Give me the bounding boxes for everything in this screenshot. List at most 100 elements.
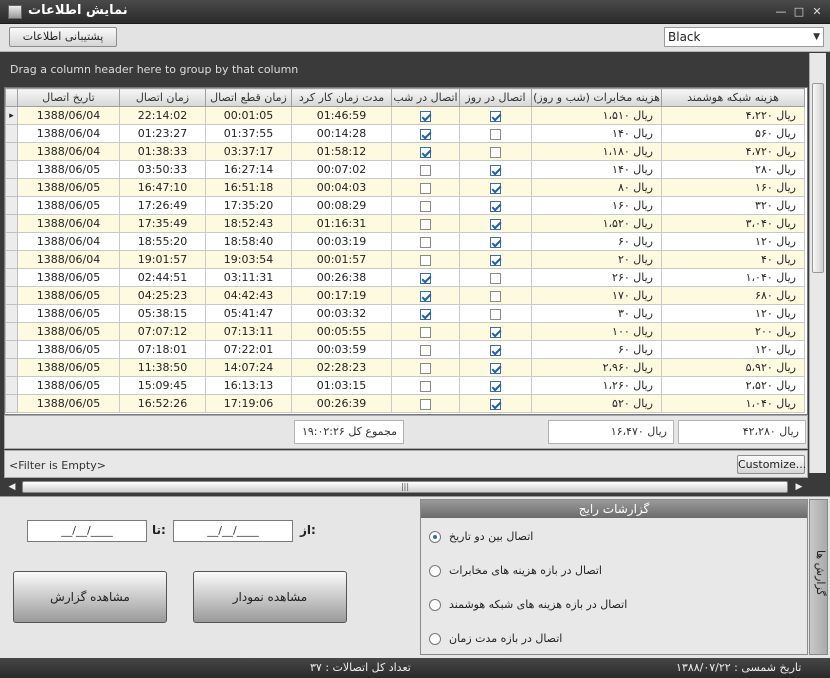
row-indicator[interactable] — [5, 394, 18, 413]
row-indicator[interactable] — [5, 178, 18, 197]
radio-icon[interactable] — [429, 633, 441, 645]
customize-button[interactable]: Customize... — [737, 455, 806, 474]
radio-selected-icon[interactable] — [429, 531, 441, 543]
report-option-between-dates[interactable]: اتصال بین دو تاریخ — [429, 530, 533, 543]
checkbox-checked-icon[interactable] — [490, 326, 501, 338]
row-indicator[interactable] — [5, 232, 18, 251]
row-indicator[interactable] — [5, 124, 18, 143]
row-indicator[interactable] — [5, 268, 18, 287]
table-row[interactable]: 1388/06/04 18:55:20 18:58:40 00:03:19 ریال ۶… — [5, 232, 805, 251]
checkbox-checked-icon[interactable] — [490, 218, 501, 230]
group-by-panel[interactable]: Drag a column header here to group by th… — [4, 53, 808, 86]
table-row[interactable]: 1388/06/04 19:01:57 19:03:54 00:01:57 ریال ۲… — [5, 250, 805, 269]
table-row[interactable]: 1388/06/05 17:26:49 17:35:20 00:08:29 ریال ۱… — [5, 196, 805, 215]
row-indicator[interactable] — [5, 376, 18, 395]
table-row[interactable]: 1388/06/05 15:09:45 16:13:13 01:03:15 ریال ۱… — [5, 376, 805, 395]
row-indicator[interactable] — [5, 358, 18, 377]
report-option-telecom-cost[interactable]: اتصال در بازه هزینه های مخابرات — [429, 564, 602, 577]
column-header-date[interactable]: تاریخ اتصال — [17, 88, 120, 107]
checkbox-checked-icon[interactable] — [490, 398, 501, 410]
checkbox-icon[interactable] — [490, 272, 501, 284]
checkbox-icon[interactable] — [420, 218, 431, 230]
checkbox-icon[interactable] — [420, 236, 431, 248]
checkbox-icon[interactable] — [490, 290, 501, 302]
checkbox-icon[interactable] — [420, 200, 431, 212]
radio-icon[interactable] — [429, 599, 441, 611]
checkbox-checked-icon[interactable] — [420, 146, 431, 158]
show-report-button[interactable]: مشاهده گزارش — [13, 571, 167, 623]
vertical-scrollbar[interactable] — [809, 53, 826, 473]
chevron-down-icon[interactable]: ▼ — [813, 28, 820, 46]
table-row[interactable]: 1388/06/05 03:50:33 16:27:14 00:07:02 ریال ۱… — [5, 160, 805, 179]
table-row[interactable]: 1388/06/04 17:35:49 18:52:43 01:16:31 ریال ۱… — [5, 214, 805, 233]
checkbox-checked-icon[interactable] — [490, 362, 501, 374]
checkbox-icon[interactable] — [490, 308, 501, 320]
row-indicator[interactable]: ▸ — [5, 106, 18, 125]
checkbox-icon[interactable] — [420, 164, 431, 176]
table-row[interactable]: 1388/06/04 01:38:33 03:37:17 01:58:12 ریال ۱… — [5, 142, 805, 161]
checkbox-icon[interactable] — [420, 380, 431, 392]
row-indicator[interactable] — [5, 160, 18, 179]
table-row[interactable]: 1388/06/05 05:38:15 05:41:47 00:03:32 ریال ۳… — [5, 304, 805, 323]
checkbox-icon[interactable] — [420, 182, 431, 194]
scroll-right-icon[interactable]: ▶ — [793, 481, 805, 493]
row-indicator[interactable] — [5, 214, 18, 233]
table-row[interactable]: 1388/06/05 04:25:23 04:42:43 00:17:19 ریال ۱… — [5, 286, 805, 305]
table-row[interactable]: 1388/06/04 01:23:27 01:37:55 00:14:28 ریال ۱… — [5, 124, 805, 143]
from-date-field[interactable]: __/__/____ — [173, 520, 293, 542]
table-row[interactable]: 1388/06/05 02:44:51 03:11:31 00:26:38 ریال ۲… — [5, 268, 805, 287]
close-icon[interactable]: ✕ — [811, 6, 823, 18]
table-row[interactable]: 1388/06/05 16:47:10 16:51:18 00:04:03 ریال ۸… — [5, 178, 805, 197]
horizontal-scroll-thumb[interactable]: ||| — [22, 481, 788, 493]
theme-select[interactable]: Black ▼ — [664, 27, 824, 47]
checkbox-icon[interactable] — [420, 254, 431, 266]
checkbox-icon[interactable] — [420, 362, 431, 374]
report-option-network-cost[interactable]: اتصال در بازه هزینه های شبکه هوشمند — [429, 598, 627, 611]
row-indicator[interactable] — [5, 142, 18, 161]
column-header-end-time[interactable]: زمان قطع اتصال — [205, 88, 292, 107]
scroll-left-icon[interactable]: ◀ — [6, 481, 18, 493]
column-header-start-time[interactable]: زمان اتصال — [119, 88, 206, 107]
to-date-field[interactable]: __/__/____ — [27, 520, 147, 542]
backup-button[interactable]: پشتیبانی اطلاعات — [9, 27, 117, 47]
radio-icon[interactable] — [429, 565, 441, 577]
row-indicator[interactable] — [5, 196, 18, 215]
checkbox-checked-icon[interactable] — [490, 164, 501, 176]
filter-status[interactable]: <Filter is Empty> — [9, 459, 106, 472]
checkbox-checked-icon[interactable] — [420, 128, 431, 140]
checkbox-checked-icon[interactable] — [420, 272, 431, 284]
column-header-day[interactable]: اتصال در روز — [459, 88, 532, 107]
horizontal-scrollbar[interactable]: ◀ ||| ▶ — [4, 479, 808, 495]
row-indicator[interactable] — [5, 304, 18, 323]
maximize-icon[interactable]: □ — [793, 6, 805, 18]
vertical-scroll-thumb[interactable] — [812, 83, 824, 273]
report-option-duration[interactable]: اتصال در بازه مدت زمان — [429, 632, 562, 645]
checkbox-icon[interactable] — [420, 398, 431, 410]
column-header-duration[interactable]: مدت زمان کار کرد — [291, 88, 392, 107]
column-header-telecom-cost[interactable]: هزینه مخابرات (شب و روز) — [531, 88, 662, 107]
checkbox-checked-icon[interactable] — [490, 182, 501, 194]
checkbox-checked-icon[interactable] — [420, 110, 431, 122]
table-row[interactable]: 1388/06/05 16:52:26 17:19:06 00:26:39 ریال ۵… — [5, 394, 805, 413]
checkbox-icon[interactable] — [420, 326, 431, 338]
checkbox-checked-icon[interactable] — [490, 236, 501, 248]
table-row[interactable]: 1388/06/05 07:18:01 07:22:01 00:03:59 ریال ۶… — [5, 340, 805, 359]
row-indicator[interactable] — [5, 250, 18, 269]
checkbox-checked-icon[interactable] — [420, 290, 431, 302]
checkbox-icon[interactable] — [490, 128, 501, 140]
table-row[interactable]: ▸ 1388/06/04 22:14:02 00:01:05 01:46:59 ریال … — [5, 106, 805, 125]
show-chart-button[interactable]: مشاهده نمودار — [193, 571, 347, 623]
checkbox-checked-icon[interactable] — [490, 254, 501, 266]
checkbox-checked-icon[interactable] — [490, 200, 501, 212]
checkbox-checked-icon[interactable] — [490, 344, 501, 356]
reports-side-tab[interactable]: گزارش ها — [809, 499, 828, 655]
row-indicator[interactable] — [5, 340, 18, 359]
checkbox-icon[interactable] — [490, 146, 501, 158]
column-header-night[interactable]: اتصال در شب — [391, 88, 460, 107]
checkbox-checked-icon[interactable] — [490, 110, 501, 122]
checkbox-checked-icon[interactable] — [420, 308, 431, 320]
row-indicator[interactable] — [5, 322, 18, 341]
minimize-icon[interactable]: — — [775, 6, 787, 18]
checkbox-icon[interactable] — [420, 344, 431, 356]
row-indicator[interactable] — [5, 286, 18, 305]
